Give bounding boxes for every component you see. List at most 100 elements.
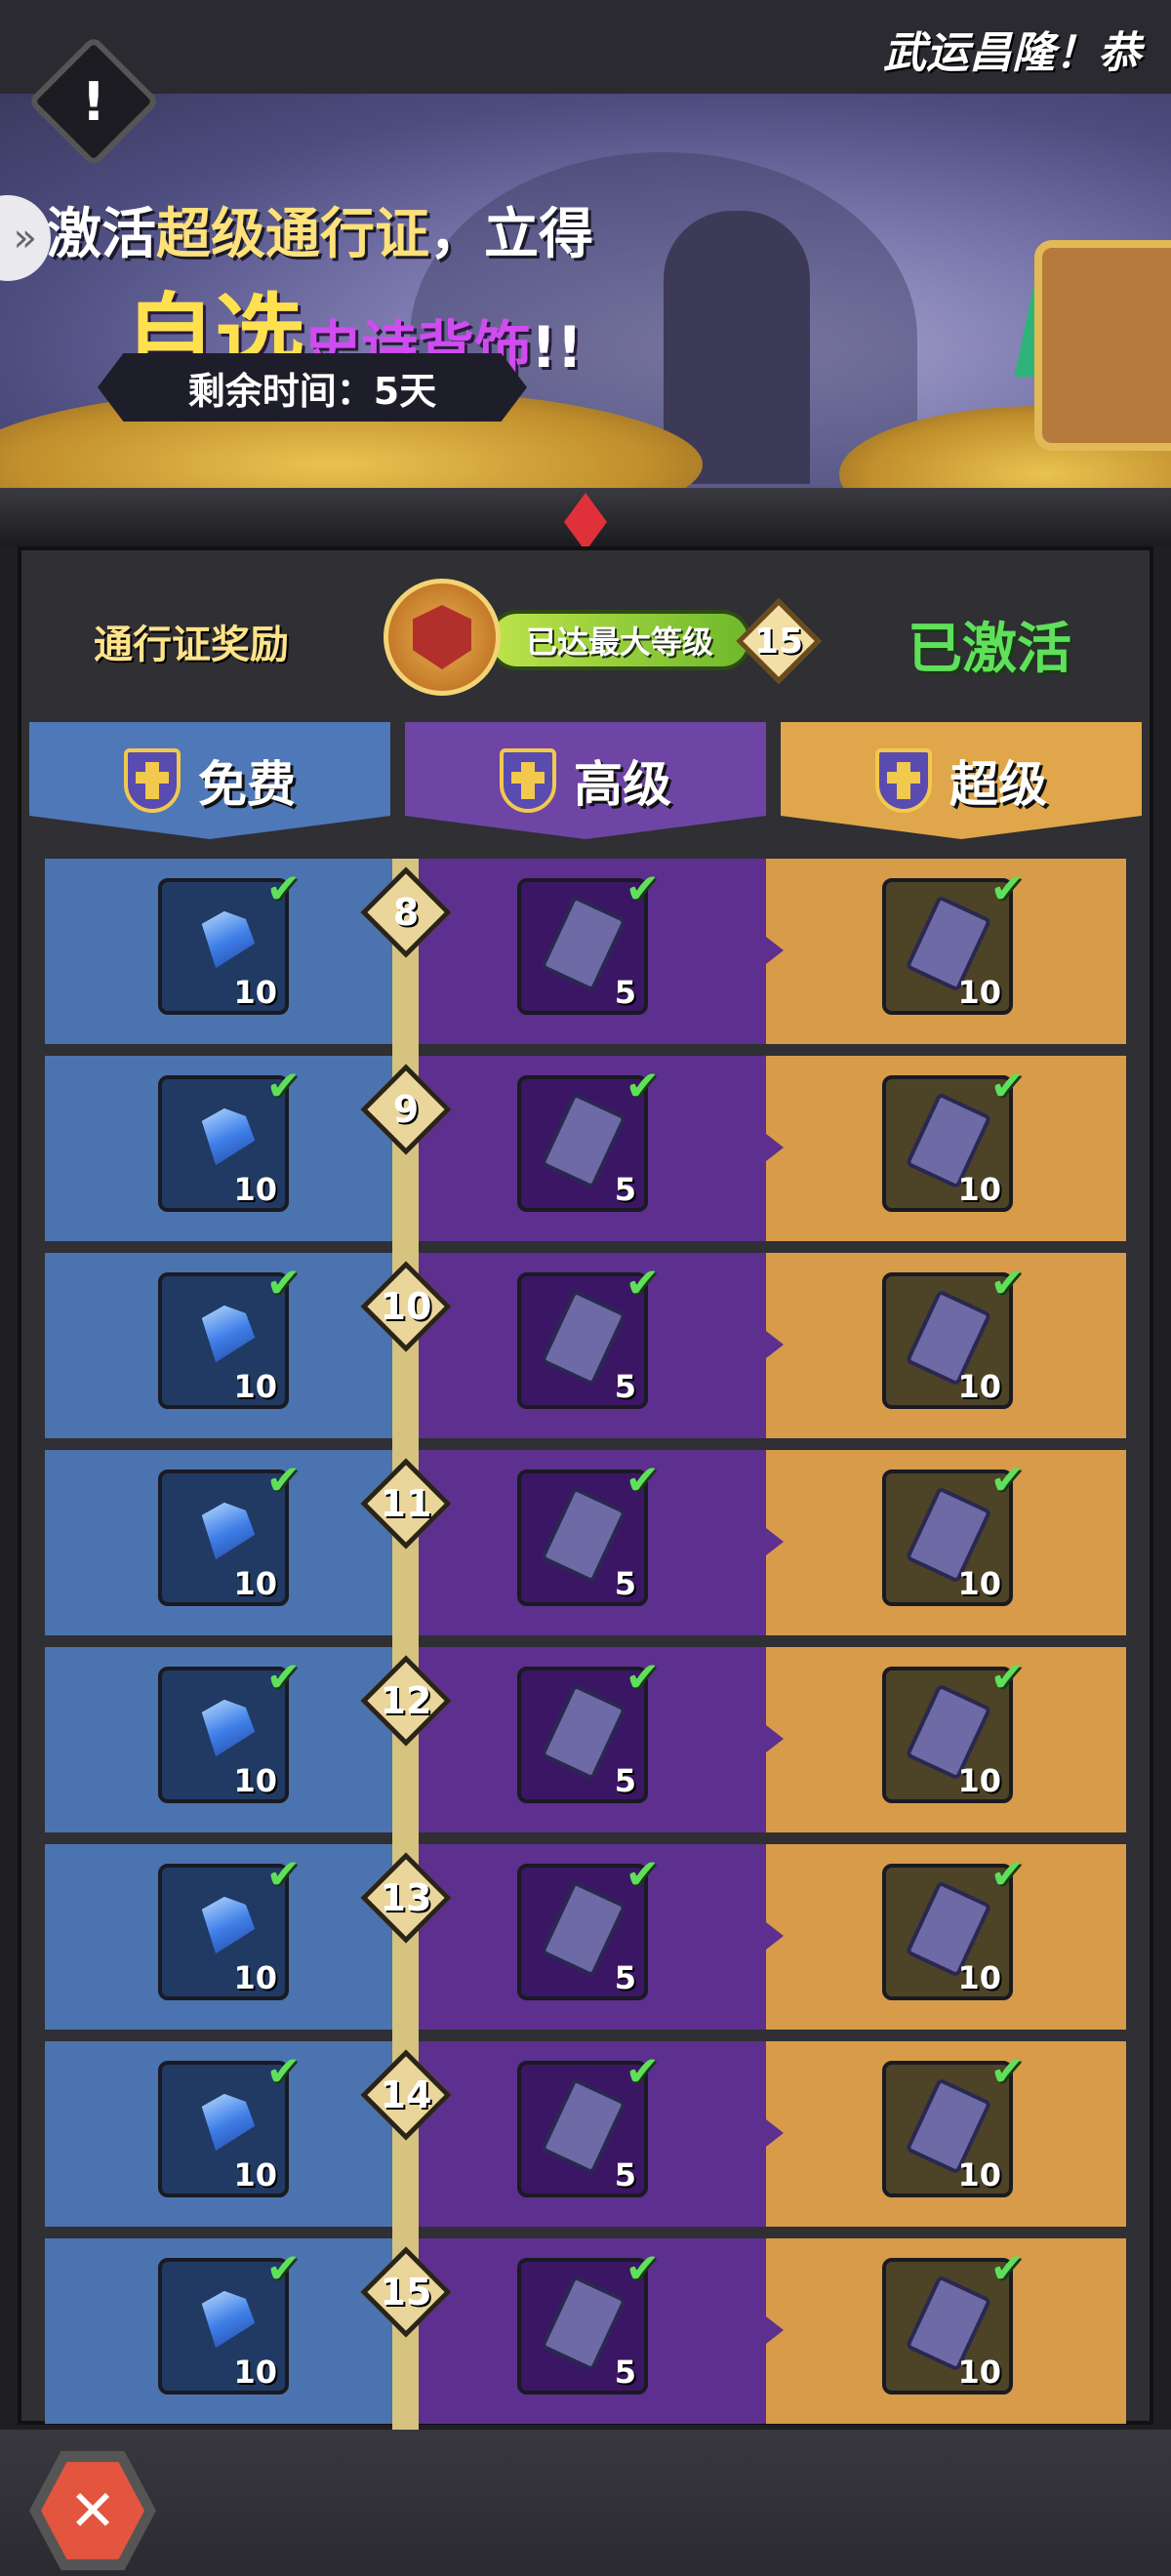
free-reward-item[interactable]: 10 ✔ — [158, 2051, 301, 2197]
checkmark-icon: ✔ — [625, 1259, 660, 1307]
checkmark-icon: ✔ — [265, 1456, 301, 1504]
advanced-reward-item[interactable]: 5 ✔ — [517, 1854, 660, 2000]
super-reward-item[interactable]: 10 ✔ — [882, 1263, 1025, 1409]
exclamation-icon: ! — [81, 70, 106, 133]
row-arrow — [766, 1725, 784, 1752]
checkmark-icon: ✔ — [989, 1062, 1025, 1109]
checkmark-icon: ✔ — [265, 1850, 301, 1898]
row-arrow — [766, 1922, 784, 1950]
super-reward-item[interactable]: 10 ✔ — [882, 1854, 1025, 2000]
marquee-banner: 武运昌隆！恭 — [0, 0, 1171, 94]
pass-rewards-label: 通行证奖励 — [94, 623, 289, 667]
reward-row: 10 ✔ 5 ✔ 10 ✔ 11 — [45, 1450, 1126, 1647]
level-node: 8 — [357, 864, 455, 961]
shield-icon — [875, 748, 932, 813]
checkmark-icon: ✔ — [989, 1850, 1025, 1898]
gem-icon — [189, 2285, 262, 2357]
checkmark-icon: ✔ — [989, 1456, 1025, 1504]
current-level-badge: 15 — [735, 597, 823, 685]
row-arrow — [766, 1331, 784, 1358]
advanced-reward-item[interactable]: 5 ✔ — [517, 868, 660, 1015]
reward-row: 10 ✔ 5 ✔ 10 ✔ 10 — [45, 1253, 1126, 1450]
level-node: 10 — [357, 1258, 455, 1355]
advanced-reward-item[interactable]: 5 ✔ — [517, 1263, 660, 1409]
checkmark-icon: ✔ — [625, 1850, 660, 1898]
activated-status: 已激活 — [908, 618, 1071, 681]
gem-icon — [189, 906, 262, 978]
checkmark-icon: ✔ — [265, 2047, 301, 2095]
reward-row: 10 ✔ 5 ✔ 10 ✔ 8 — [45, 859, 1126, 1056]
tab-super-label: 超级 — [949, 756, 1047, 813]
fist-emblem-icon — [384, 579, 501, 696]
checkmark-icon: ✔ — [265, 1062, 301, 1109]
tab-super[interactable]: 超级 — [781, 722, 1142, 839]
gem-icon — [189, 1694, 262, 1766]
checkmark-icon: ✔ — [989, 865, 1025, 912]
gem-icon — [189, 2088, 262, 2160]
checkmark-icon: ✔ — [265, 2244, 301, 2292]
checkmark-icon: ✔ — [989, 1259, 1025, 1307]
free-reward-item[interactable]: 10 ✔ — [158, 2248, 301, 2395]
checkmark-icon: ✔ — [625, 865, 660, 912]
free-reward-item[interactable]: 10 ✔ — [158, 1657, 301, 1803]
row-arrow — [766, 937, 784, 964]
free-reward-item[interactable]: 10 ✔ — [158, 1854, 301, 2000]
shield-icon — [500, 748, 556, 813]
checkmark-icon: ✔ — [625, 2244, 660, 2292]
checkmark-icon: ✔ — [989, 2244, 1025, 2292]
checkmark-icon: ✔ — [625, 2047, 660, 2095]
reward-row: 10 ✔ 5 ✔ 10 ✔ 15 — [45, 2238, 1126, 2435]
checkmark-icon: ✔ — [989, 2047, 1025, 2095]
checkmark-icon: ✔ — [265, 865, 301, 912]
advanced-reward-item[interactable]: 5 ✔ — [517, 2051, 660, 2197]
free-reward-item[interactable]: 10 ✔ — [158, 868, 301, 1015]
tab-free-label: 免费 — [198, 756, 296, 813]
advanced-reward-item[interactable]: 5 ✔ — [517, 2248, 660, 2395]
reward-row: 10 ✔ 5 ✔ 10 ✔ 13 — [45, 1844, 1126, 2041]
super-reward-item[interactable]: 10 ✔ — [882, 2051, 1025, 2197]
advanced-reward-item[interactable]: 5 ✔ — [517, 1460, 660, 1606]
checkmark-icon: ✔ — [265, 1259, 301, 1307]
treasure-chest — [1034, 240, 1171, 451]
level-node: 13 — [357, 1849, 455, 1947]
gem-icon — [189, 1300, 262, 1372]
reward-row: 10 ✔ 5 ✔ 10 ✔ 14 — [45, 2041, 1126, 2238]
marquee-text: 武运昌隆！恭 — [883, 28, 1141, 78]
checkmark-icon: ✔ — [625, 1456, 660, 1504]
reward-rows: 10 ✔ 5 ✔ 10 ✔ 8 10 ✔ 5 ✔ 10 ✔ 9 10 ✔ 5 ✔ 10 ✔ 10 … — [45, 859, 1126, 2435]
advanced-reward-item[interactable]: 5 ✔ — [517, 1657, 660, 1803]
row-arrow — [766, 1134, 784, 1161]
tab-advanced-label: 高级 — [574, 756, 671, 813]
max-level-bar: 已达最大等级 — [488, 610, 751, 670]
row-arrow — [766, 2316, 784, 2344]
bottom-bar — [0, 2430, 1171, 2576]
advanced-reward-item[interactable]: 5 ✔ — [517, 1066, 660, 1212]
level-node: 14 — [357, 2046, 455, 2144]
super-reward-item[interactable]: 10 ✔ — [882, 1460, 1025, 1606]
shield-icon — [124, 748, 181, 813]
gem-icon — [189, 1497, 262, 1569]
remaining-time: 剩余时间：5天 — [98, 353, 527, 422]
free-reward-item[interactable]: 10 ✔ — [158, 1066, 301, 1212]
super-reward-item[interactable]: 10 ✔ — [882, 1066, 1025, 1212]
row-arrow — [766, 2119, 784, 2147]
level-node: 15 — [357, 2243, 455, 2341]
free-reward-item[interactable]: 10 ✔ — [158, 1460, 301, 1606]
promo-line-1: 激活超级通行证，立得 — [47, 203, 593, 266]
tab-free[interactable]: 免费 — [29, 722, 390, 839]
checkmark-icon: ✔ — [265, 1653, 301, 1701]
super-reward-item[interactable]: 10 ✔ — [882, 2248, 1025, 2395]
gem-icon — [189, 1103, 262, 1175]
free-reward-item[interactable]: 10 ✔ — [158, 1263, 301, 1409]
super-reward-item[interactable]: 10 ✔ — [882, 868, 1025, 1015]
checkmark-icon: ✔ — [989, 1653, 1025, 1701]
checkmark-icon: ✔ — [625, 1653, 660, 1701]
level-node: 12 — [357, 1652, 455, 1750]
level-node: 11 — [357, 1455, 455, 1552]
checkmark-icon: ✔ — [625, 1062, 660, 1109]
tab-advanced[interactable]: 高级 — [405, 722, 766, 839]
super-reward-item[interactable]: 10 ✔ — [882, 1657, 1025, 1803]
level-node: 9 — [357, 1061, 455, 1158]
reward-row: 10 ✔ 5 ✔ 10 ✔ 9 — [45, 1056, 1126, 1253]
row-arrow — [766, 1528, 784, 1555]
